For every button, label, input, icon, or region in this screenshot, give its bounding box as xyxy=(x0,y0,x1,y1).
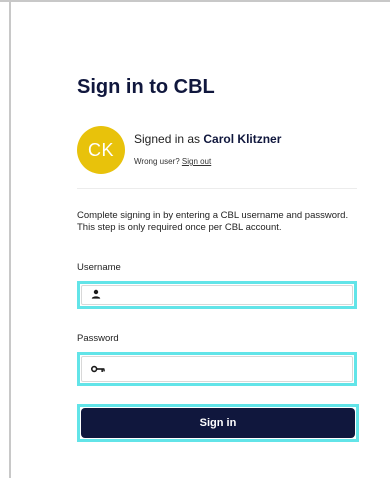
user-icon xyxy=(91,286,101,304)
window-left-border xyxy=(9,2,11,478)
sign-out-link[interactable]: Sign out xyxy=(182,157,211,166)
page-title: Sign in to CBL xyxy=(77,76,215,98)
window-top-border xyxy=(0,0,390,2)
username-label: Username xyxy=(77,262,121,273)
instructions-text: Complete signing in by entering a CBL us… xyxy=(77,210,349,233)
sign-in-button-wrapper: Sign in xyxy=(77,404,359,442)
password-label: Password xyxy=(77,333,119,344)
username-field[interactable] xyxy=(81,285,353,305)
wrong-user-line: Wrong user? Sign out xyxy=(134,157,211,166)
avatar: CK xyxy=(77,126,125,174)
key-icon xyxy=(90,360,105,378)
signed-in-text: Signed in as Carol Klitzner xyxy=(134,132,281,146)
password-field-wrapper xyxy=(77,352,357,386)
username-field-wrapper xyxy=(77,281,357,309)
password-field[interactable] xyxy=(81,356,353,382)
signed-in-prefix: Signed in as xyxy=(134,132,204,146)
avatar-initials: CK xyxy=(87,139,114,160)
password-input[interactable] xyxy=(111,356,352,382)
divider xyxy=(77,188,357,189)
user-name: Carol Klitzner xyxy=(203,132,282,146)
wrong-user-text: Wrong user? xyxy=(134,157,182,166)
username-input[interactable] xyxy=(107,285,352,305)
sign-in-button[interactable]: Sign in xyxy=(81,408,355,438)
